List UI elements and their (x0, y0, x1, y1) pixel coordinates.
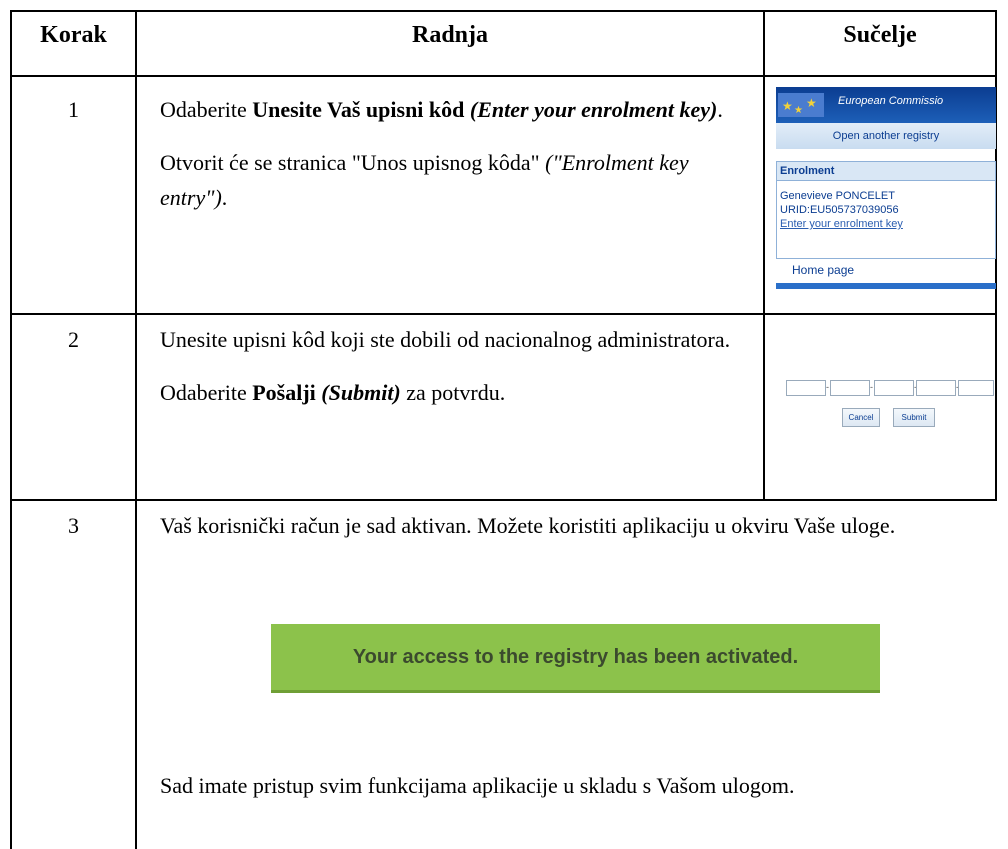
svg-text:★: ★ (806, 96, 817, 110)
enrolment-panel: Enrolment Genevieve PONCELET URID:EU5057… (776, 161, 996, 259)
ec-header-banner: ★ ★ ★ European Commissio (776, 87, 996, 123)
table-border-left (10, 10, 12, 849)
enrolment-key-field-4[interactable] (916, 380, 956, 396)
step-number-2: 2 (68, 327, 79, 352)
activation-success-banner: Your access to the registry has been act… (271, 624, 880, 693)
enrolment-key-field-5[interactable] (958, 380, 994, 396)
step-number-3: 3 (68, 513, 79, 538)
cancel-button[interactable]: Cancel (842, 408, 880, 427)
enrolment-panel-title: Enrolment (777, 162, 995, 181)
table-border-header (10, 75, 997, 77)
enrolment-key-field-1[interactable] (786, 380, 826, 396)
table-border-col2 (763, 10, 765, 501)
user-name: Genevieve PONCELET (780, 190, 895, 202)
table-border-top (10, 10, 997, 12)
step-1-instruction: Odaberite Unesite Vaš upisni kôd (Enter … (160, 97, 723, 122)
eu-flag-icon: ★ ★ ★ (778, 93, 824, 117)
enrolment-key-field-3[interactable] (874, 380, 914, 396)
step-1-action: Odaberite Unesite Vaš upisni kôd (Enter … (160, 92, 750, 215)
step-3-summary: Sad imate pristup svim funkcijama aplika… (160, 773, 795, 798)
enrolment-key-form-screenshot: - - - - Cancel Submit (786, 380, 996, 440)
header-step: Korak (40, 22, 107, 48)
step-2-submit-instruction: Odaberite Pošalji (Submit) za potvrdu. (160, 380, 506, 405)
table-border-row1 (10, 313, 997, 315)
home-page-link[interactable]: Home page (792, 263, 854, 277)
step-1-result: Otvorit će se stranica "Unos upisnog kôd… (160, 150, 689, 210)
step-2-action: Unesite upisni kôd koji ste dobili od na… (160, 322, 750, 410)
enrolment-key-field-2[interactable] (830, 380, 870, 396)
user-urid: URID:EU505737039056 (780, 204, 899, 216)
submit-button[interactable]: Submit (893, 408, 935, 427)
enrolment-screenshot: ★ ★ ★ European Commissio Open another re… (776, 87, 996, 293)
step-2-instruction: Unesite upisni kôd koji ste dobili od na… (160, 327, 731, 352)
key-separator: - (826, 382, 829, 392)
table-border-row2 (10, 499, 997, 501)
key-separator: - (870, 382, 873, 392)
table-border-col1 (135, 10, 137, 849)
svg-text:★: ★ (794, 105, 803, 116)
step-number-1: 1 (68, 97, 79, 122)
header-action: Radnja (411, 22, 489, 48)
svg-text:★: ★ (782, 99, 793, 113)
enter-enrolment-key-link[interactable]: Enter your enrolment key (777, 217, 995, 231)
step-3-text: Vaš korisnički račun je sad aktivan. Mož… (160, 513, 896, 538)
ec-banner-text: European Commissio (838, 95, 944, 107)
header-interface: Sučelje (843, 22, 917, 48)
open-another-registry-button[interactable]: Open another registry (776, 123, 996, 149)
nav-bar-divider (776, 283, 996, 289)
